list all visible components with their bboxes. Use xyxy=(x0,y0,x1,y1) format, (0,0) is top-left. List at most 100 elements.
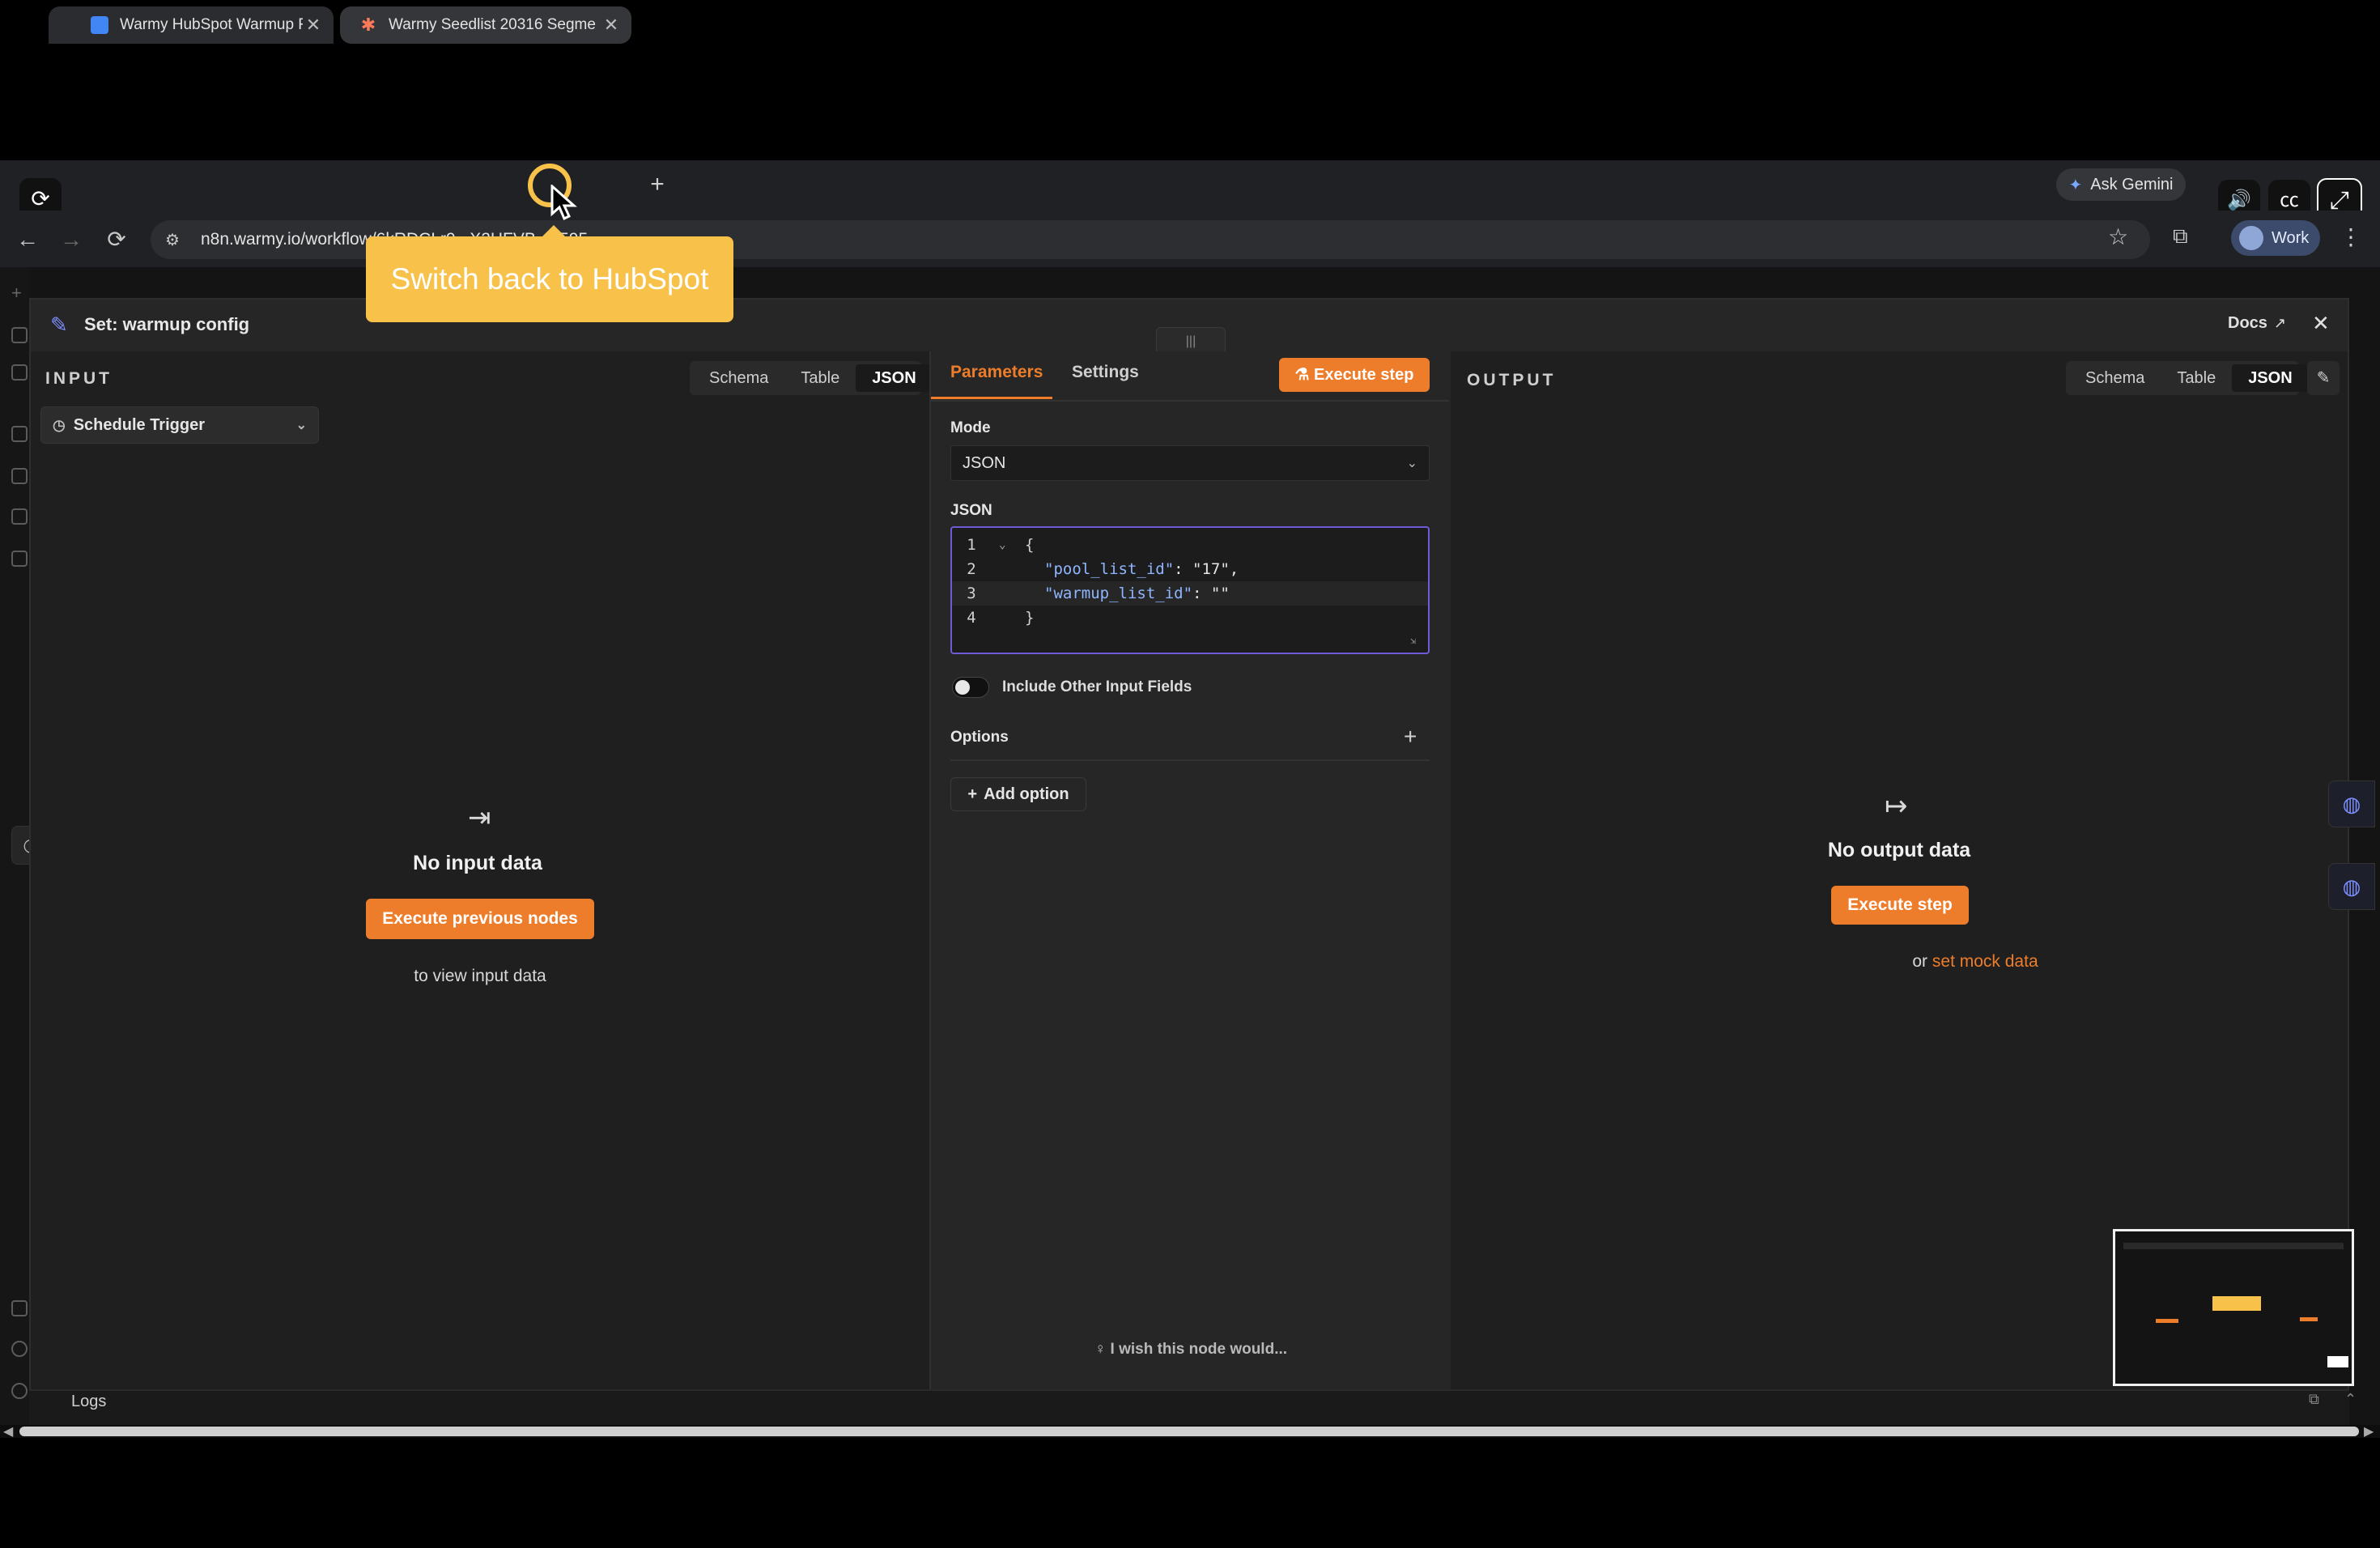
scroll-right-icon[interactable]: ▶ xyxy=(2364,1423,2374,1440)
tab-settings[interactable]: Settings xyxy=(1072,363,1139,382)
json-key: "warmup_list_id" xyxy=(1044,585,1193,602)
chevron-down-icon: ⌄ xyxy=(295,419,307,432)
input-tab-schema[interactable]: Schema xyxy=(693,364,784,392)
json-value: : "17", xyxy=(1174,560,1239,578)
lightbulb-icon: ♀ xyxy=(1094,1341,1111,1358)
output-tab-json[interactable]: JSON xyxy=(2232,364,2309,392)
code-text: "pool_list_id": "17", xyxy=(1044,557,1239,581)
set-mock-data-link[interactable]: set mock data xyxy=(1932,952,2038,971)
profile-button[interactable]: Work xyxy=(2231,220,2320,256)
reload-icon[interactable]: ⟳ xyxy=(102,225,131,254)
resize-handle-icon[interactable]: ⇲ xyxy=(1410,635,1416,646)
clock-icon: ◷ xyxy=(53,416,66,433)
output-label: OUTPUT xyxy=(1467,371,1557,389)
feedback-link[interactable]: ♀ I wish this node would... xyxy=(1094,1341,1287,1359)
include-other-fields-toggle[interactable] xyxy=(952,677,989,698)
mode-label: Mode xyxy=(950,419,991,436)
add-option-label: Add option xyxy=(984,785,1069,803)
close-icon[interactable]: ✕ xyxy=(2312,311,2330,336)
code-text: { xyxy=(1025,536,1035,554)
input-tab-table[interactable]: Table xyxy=(784,364,856,392)
minimap-viewport xyxy=(2327,1356,2348,1367)
site-info-icon[interactable]: ⚙ xyxy=(165,230,186,250)
output-tab-table[interactable]: Table xyxy=(2161,364,2232,392)
output-execute-step-button[interactable]: Execute step xyxy=(1831,886,1969,925)
code-line: 2 "pool_list_id": "17", xyxy=(952,557,1428,581)
docs-link[interactable]: Docs ↗ xyxy=(2228,314,2286,333)
scrollbar-thumb[interactable] xyxy=(19,1427,2359,1436)
execute-step-button[interactable]: ⚗ Execute step xyxy=(1279,358,1430,392)
extensions-icon[interactable]: ⧉ xyxy=(2173,223,2188,249)
gemini-sparkle-icon: ✦ xyxy=(2068,176,2083,194)
input-hint: to view input data xyxy=(414,967,546,985)
edit-node-icon[interactable]: ✎ xyxy=(50,313,68,338)
code-line-active: 3 "warmup_list_id": "" xyxy=(952,581,1428,606)
external-link-icon: ↗ xyxy=(2273,315,2286,331)
input-tab-json[interactable]: JSON xyxy=(856,364,933,392)
add-icon[interactable]: + xyxy=(11,284,28,302)
input-arrow-icon: ⇥ xyxy=(468,802,491,833)
close-tab-icon[interactable]: ✕ xyxy=(303,15,324,36)
docs-label: Docs xyxy=(2228,314,2267,332)
bookmark-star-icon[interactable]: ☆ xyxy=(2108,223,2128,250)
minimap-highlight xyxy=(2212,1296,2261,1311)
popout-icon[interactable]: ⧉ xyxy=(2309,1391,2319,1408)
active-tab-indicator xyxy=(931,397,1052,399)
logs-label[interactable]: Logs xyxy=(71,1393,106,1411)
globe-icon[interactable]: ◍ xyxy=(2328,780,2375,827)
tab-parameters[interactable]: Parameters xyxy=(950,363,1043,382)
scroll-left-icon[interactable]: ◀ xyxy=(3,1423,13,1440)
output-tab-schema[interactable]: Schema xyxy=(2069,364,2161,392)
mode-value: JSON xyxy=(963,453,1006,472)
tab-strip xyxy=(0,160,2380,211)
template-icon[interactable] xyxy=(11,1300,28,1316)
include-other-fields-label: Include Other Input Fields xyxy=(1002,678,1192,695)
mode-select[interactable]: JSON ⌄ xyxy=(950,445,1430,481)
code-text: "warmup_list_id": "" xyxy=(1044,581,1230,606)
divider xyxy=(950,759,1430,761)
settings-gear-icon[interactable] xyxy=(11,1383,28,1399)
feedback-label: I wish this node would... xyxy=(1110,1341,1288,1358)
minimap[interactable] xyxy=(2113,1229,2354,1386)
execute-previous-nodes-button[interactable]: Execute previous nodes xyxy=(366,899,594,939)
help-icon[interactable] xyxy=(11,1341,28,1357)
profile-label: Work xyxy=(2272,228,2310,247)
flask-icon: ⚗ xyxy=(1294,366,1315,384)
output-arrow-icon: ↦ xyxy=(1885,791,1908,822)
code-text: } xyxy=(1025,609,1035,627)
execute-step-label: Execute step xyxy=(1314,366,1414,384)
user-icon[interactable] xyxy=(11,468,28,484)
output-view-switcher: Schema Table JSON xyxy=(2066,361,2309,395)
avatar xyxy=(2239,226,2263,250)
input-view-switcher: Schema Table JSON xyxy=(690,361,933,395)
plus-icon: + xyxy=(967,785,978,803)
export-icon[interactable] xyxy=(11,508,28,525)
forward-icon[interactable]: → xyxy=(57,225,86,254)
input-node-select[interactable]: ◷ Schedule Trigger ⌄ xyxy=(40,406,319,444)
browser-menu-icon[interactable]: ⋮ xyxy=(2340,223,2362,250)
logs-bar[interactable] xyxy=(29,1389,2349,1425)
chevron-up-icon[interactable]: ⌃ xyxy=(2344,1391,2357,1408)
add-option-button[interactable]: + Add option xyxy=(950,777,1086,811)
line-number: 4 xyxy=(967,609,976,627)
ask-gemini-button[interactable]: ✦ Ask Gemini xyxy=(2056,168,2186,201)
fold-icon[interactable]: ⌄ xyxy=(999,533,1005,557)
search-icon[interactable] xyxy=(11,327,28,343)
browser-tab-warmy-hubspot[interactable]: Warmy HubSpot Warmup F ✕ xyxy=(49,6,334,44)
edit-output-icon[interactable]: ✎ xyxy=(2307,361,2340,395)
home-icon[interactable] xyxy=(11,426,28,442)
add-options-icon[interactable]: + xyxy=(1404,724,1417,750)
new-tab-button[interactable]: + xyxy=(644,170,670,199)
json-label: JSON xyxy=(950,502,992,519)
close-tab-icon[interactable]: ✕ xyxy=(601,15,622,36)
chat-icon[interactable] xyxy=(11,551,28,567)
input-node-label: Schedule Trigger xyxy=(73,415,205,434)
back-icon[interactable]: ← xyxy=(13,225,42,254)
node-title[interactable]: Set: warmup config xyxy=(84,314,249,335)
mouse-cursor-icon xyxy=(550,185,577,221)
globe-icon[interactable]: ◍ xyxy=(2328,863,2375,910)
json-editor[interactable]: 1 ⌄ { 2 "pool_list_id": "17", 3 "warmup_… xyxy=(950,526,1430,654)
panel-icon[interactable] xyxy=(11,364,28,381)
minimap-header xyxy=(2123,1243,2344,1249)
browser-tab-warmy-seedlist[interactable]: ✱ Warmy Seedlist 20316 Segme ✕ xyxy=(340,6,631,44)
